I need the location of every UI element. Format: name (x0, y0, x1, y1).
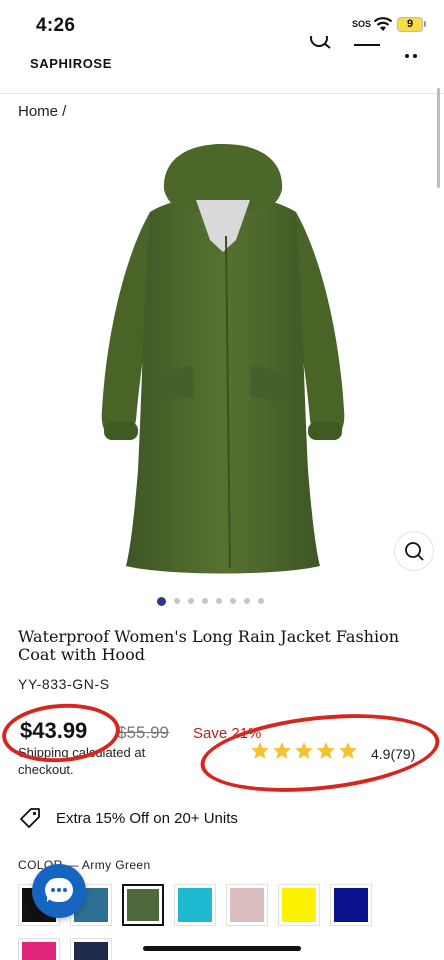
battery-icon: 9 (397, 17, 423, 32)
carousel-dot[interactable] (216, 598, 222, 604)
status-time: 4:26 (36, 15, 76, 36)
carousel-dot[interactable] (230, 598, 236, 604)
star-icon (251, 742, 269, 759)
carousel-dot[interactable] (244, 598, 250, 604)
color-swatch[interactable] (122, 884, 164, 926)
color-label: COLOR — Army Green (18, 858, 151, 872)
chat-bubble-tail (47, 896, 53, 902)
star-icon (295, 742, 313, 759)
rating-text[interactable]: 4.9(79) (371, 746, 415, 762)
menu-icon[interactable] (354, 44, 380, 56)
cart-icon[interactable] (402, 50, 420, 60)
store-logo[interactable]: SAPHIROSE (30, 56, 112, 71)
star-icon (339, 742, 357, 759)
battery-nub (424, 21, 426, 27)
breadcrumb[interactable]: Home / (18, 103, 66, 120)
color-swatch-fill (282, 888, 316, 922)
color-swatch-fill (230, 888, 264, 922)
carousel-dot[interactable] (157, 596, 166, 606)
tag-icon (20, 808, 40, 828)
color-swatch-fill (22, 942, 56, 960)
carousel-dot[interactable] (258, 598, 264, 604)
page-scrollbar[interactable] (437, 88, 440, 188)
zoom-button[interactable] (394, 531, 434, 571)
compare-at-price: $55.99 (117, 723, 169, 742)
carousel-dot[interactable] (202, 598, 208, 604)
star-icon (273, 742, 291, 759)
chat-dot (57, 888, 61, 892)
color-swatch[interactable] (330, 884, 372, 926)
color-swatch[interactable] (278, 884, 320, 926)
site-header: SAPHIROSE (0, 36, 444, 94)
color-swatch-fill (127, 889, 159, 921)
zoom-icon (405, 542, 424, 561)
color-swatch[interactable] (18, 938, 60, 960)
color-swatch-fill (74, 942, 108, 960)
rating-stars[interactable] (250, 741, 358, 761)
carousel-dot[interactable] (174, 598, 180, 604)
product-sku: YY-833-GN-S (18, 676, 110, 692)
product-image[interactable] (88, 140, 358, 580)
wifi-icon (373, 17, 393, 31)
selected-color-name: Army Green (81, 858, 151, 872)
breadcrumb-home-link[interactable]: Home / (18, 103, 66, 120)
product-title: Waterproof Women's Long Rain Jacket Fash… (18, 627, 400, 664)
color-swatch[interactable] (174, 884, 216, 926)
color-swatch-fill (178, 888, 212, 922)
color-swatch[interactable] (70, 938, 112, 960)
chat-dot (51, 888, 55, 892)
chat-dot (63, 888, 67, 892)
home-indicator[interactable] (143, 946, 301, 951)
search-icon[interactable] (308, 36, 334, 56)
carousel-dot[interactable] (188, 598, 194, 604)
carousel-dots (157, 596, 264, 606)
star-icon (317, 742, 335, 759)
chat-button[interactable] (32, 864, 86, 918)
sos-indicator: SOS (352, 19, 372, 29)
color-swatch-fill (334, 888, 368, 922)
promo-text: Extra 15% Off on 20+ Units (56, 810, 238, 827)
color-swatch[interactable] (226, 884, 268, 926)
